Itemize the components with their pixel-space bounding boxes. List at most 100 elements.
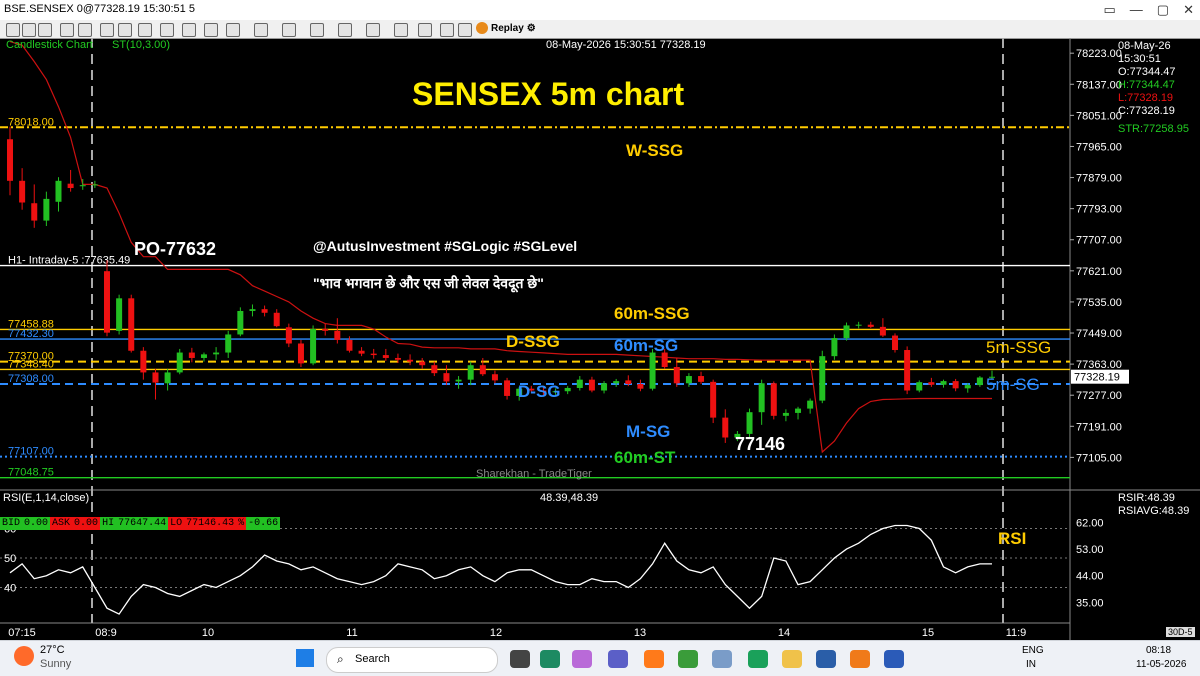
candle-body: [116, 298, 123, 331]
quote-bar: BID 0.00 ASK 0.00 HI 77647.44 LO 77146.4…: [0, 517, 281, 530]
candle-body: [31, 203, 38, 221]
candle-body: [67, 183, 74, 189]
firefox-icon[interactable]: [644, 650, 664, 668]
candle-body: [479, 365, 486, 375]
restore-button[interactable]: ▭: [1104, 2, 1116, 18]
candle-body: [334, 330, 341, 340]
candle-body: [940, 381, 947, 385]
candle-body: [431, 365, 438, 374]
search-box[interactable]: ⌕ Search: [326, 647, 498, 673]
level-label-0: 78018.00: [8, 116, 54, 128]
replay-button[interactable]: Replay ⚙: [476, 22, 536, 34]
candle-body: [976, 377, 983, 386]
candle-body: [164, 372, 171, 384]
teams-icon[interactable]: [608, 650, 628, 668]
grid-icon[interactable]: [366, 23, 380, 37]
crosshair-icon[interactable]: [118, 23, 132, 37]
price-tick-label: 78223.00: [1076, 48, 1122, 60]
candle-body: [843, 325, 850, 339]
candle-body: [128, 298, 135, 351]
po-label: PO-77632: [134, 239, 217, 259]
candle-icon[interactable]: [6, 23, 20, 37]
candle-body: [200, 354, 207, 358]
rsi-annotation: RSI: [998, 529, 1027, 548]
tradetiger-icon[interactable]: [850, 650, 870, 668]
fib-icon[interactable]: [182, 23, 196, 37]
link-icon[interactable]: [282, 23, 296, 37]
weather-icon[interactable]: [14, 646, 34, 666]
hi-value: 77647.44: [116, 517, 169, 530]
candle-body: [79, 185, 86, 187]
eraser-icon[interactable]: [226, 23, 240, 37]
candle-body: [819, 356, 826, 401]
level-label-8: 77048.75: [8, 467, 54, 479]
candle-body: [831, 338, 838, 357]
save-icon[interactable]: [458, 23, 472, 37]
d-ssg-label: D-SSG: [506, 332, 560, 351]
header-datetime: 08-May-2026 15:30:51 77328.19: [546, 39, 706, 51]
candle-body: [176, 352, 183, 373]
candle-body: [152, 372, 159, 383]
window-title-bar: BSE.SENSEX 0@77328.19 15:30:51 5 ▭ — ▢ ✕: [0, 0, 1200, 20]
explorer-icon[interactable]: [782, 650, 802, 668]
print-icon[interactable]: [440, 23, 454, 37]
candle-body: [370, 353, 377, 356]
candle-body: [407, 359, 414, 362]
candle-body: [103, 271, 110, 333]
w-ssg-label: W-SSG: [626, 141, 684, 160]
window-title: BSE.SENSEX 0@77328.19 15:30:51 5: [4, 3, 195, 15]
candle-body: [43, 198, 50, 221]
replay-label: Replay: [491, 22, 524, 34]
info-date: 08-May-26: [1118, 40, 1171, 52]
candle-body: [698, 376, 705, 382]
level-label-5: 77348.40: [8, 358, 54, 370]
lock-icon[interactable]: [418, 23, 432, 37]
start-icon[interactable]: [296, 649, 314, 667]
task-view-icon[interactable]: [510, 650, 530, 668]
zoom-out-icon[interactable]: [78, 23, 92, 37]
candle-body: [7, 139, 13, 181]
app-icon-3[interactable]: [816, 650, 836, 668]
bar-icon[interactable]: [22, 23, 36, 37]
pen-icon[interactable]: [338, 23, 352, 37]
bid-value: 0.00: [22, 517, 51, 530]
settings-icon[interactable]: ⚙: [527, 23, 536, 34]
text-tool-icon[interactable]: [204, 23, 218, 37]
cursor-icon[interactable]: [100, 23, 114, 37]
line-icon[interactable]: [38, 23, 52, 37]
candle-body: [673, 367, 680, 384]
candle-body: [467, 365, 474, 380]
draw-tool-icon[interactable]: [160, 23, 174, 37]
copilot-icon[interactable]: [572, 650, 592, 668]
pct-label: %: [236, 517, 247, 530]
candle-body: [285, 327, 292, 344]
zoom-in-icon[interactable]: [60, 23, 74, 37]
candle-body: [758, 383, 765, 413]
candle-body: [261, 309, 268, 313]
candle-body: [879, 326, 886, 336]
shape-icon[interactable]: [310, 23, 324, 37]
edge-icon[interactable]: [540, 650, 560, 668]
indicator-icon[interactable]: [394, 23, 408, 37]
close-button[interactable]: ✕: [1183, 2, 1194, 18]
word-icon[interactable]: [884, 650, 904, 668]
app-icon[interactable]: [712, 650, 732, 668]
minimize-button[interactable]: —: [1130, 2, 1143, 18]
rsi-value-label: 48.39,48.39: [540, 492, 599, 504]
measure-icon[interactable]: [254, 23, 268, 37]
candle-body: [358, 350, 365, 354]
app-icon-2[interactable]: [748, 650, 768, 668]
sg5-label: 5m-SG: [986, 375, 1040, 394]
candle-body: [928, 382, 935, 385]
chart-toolbar: Replay ⚙: [0, 20, 1200, 39]
level-label-7: 77107.00: [8, 446, 54, 458]
chrome-icon[interactable]: [678, 650, 698, 668]
candle-body: [952, 381, 959, 389]
candle-body: [504, 380, 511, 396]
candle-body: [249, 309, 256, 311]
chart-area[interactable]: 78223.00 78137.00 78051.00 77965.00 77879.00…: [0, 38, 1200, 640]
rsi-indicator-label: RSI(E,1,14,close): [3, 492, 90, 504]
maximize-button[interactable]: ▢: [1157, 2, 1169, 18]
low-value-label: 77146: [735, 434, 786, 454]
trendline-icon[interactable]: [138, 23, 152, 37]
